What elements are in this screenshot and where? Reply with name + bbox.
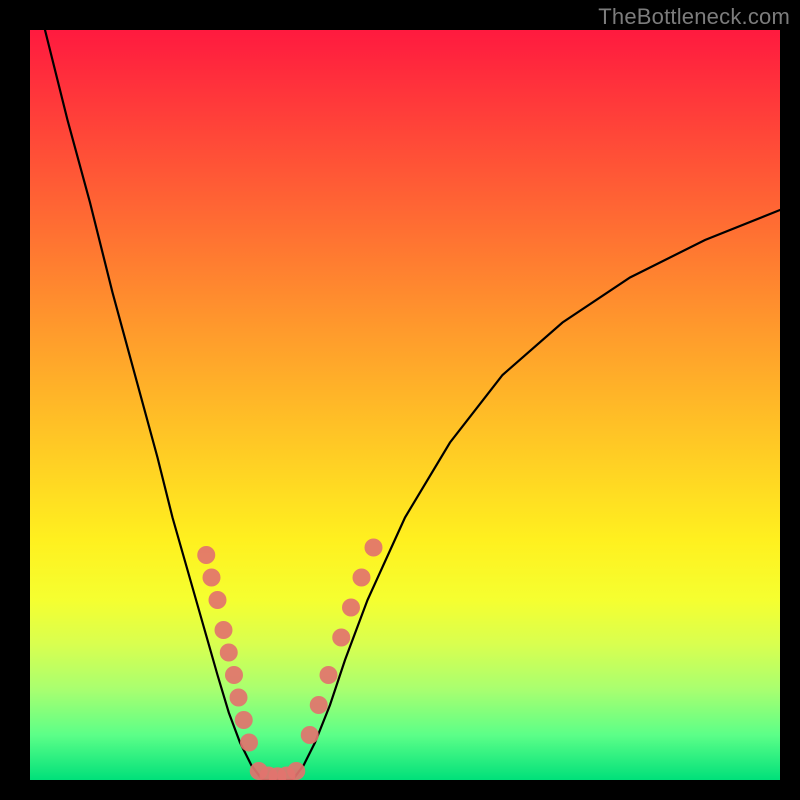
marker-point: [197, 546, 215, 564]
marker-point: [240, 734, 258, 752]
marker-point: [310, 696, 328, 714]
marker-point: [332, 629, 350, 647]
curve-right-branch: [293, 210, 781, 780]
marker-point: [220, 644, 238, 662]
curve-layer: [45, 30, 780, 780]
marker-point: [320, 666, 338, 684]
attribution-text: TheBottleneck.com: [598, 4, 790, 30]
marker-point: [353, 569, 371, 587]
marker-layer: [197, 539, 382, 781]
marker-point: [215, 621, 233, 639]
marker-point: [209, 591, 227, 609]
marker-point: [230, 689, 248, 707]
marker-point: [225, 666, 243, 684]
marker-point: [365, 539, 383, 557]
chart-svg: [30, 30, 780, 780]
marker-point: [287, 762, 305, 780]
marker-point: [235, 711, 253, 729]
chart-frame: TheBottleneck.com: [0, 0, 800, 800]
marker-point: [301, 726, 319, 744]
plot-area: [30, 30, 780, 780]
marker-point: [342, 599, 360, 617]
marker-point: [203, 569, 221, 587]
